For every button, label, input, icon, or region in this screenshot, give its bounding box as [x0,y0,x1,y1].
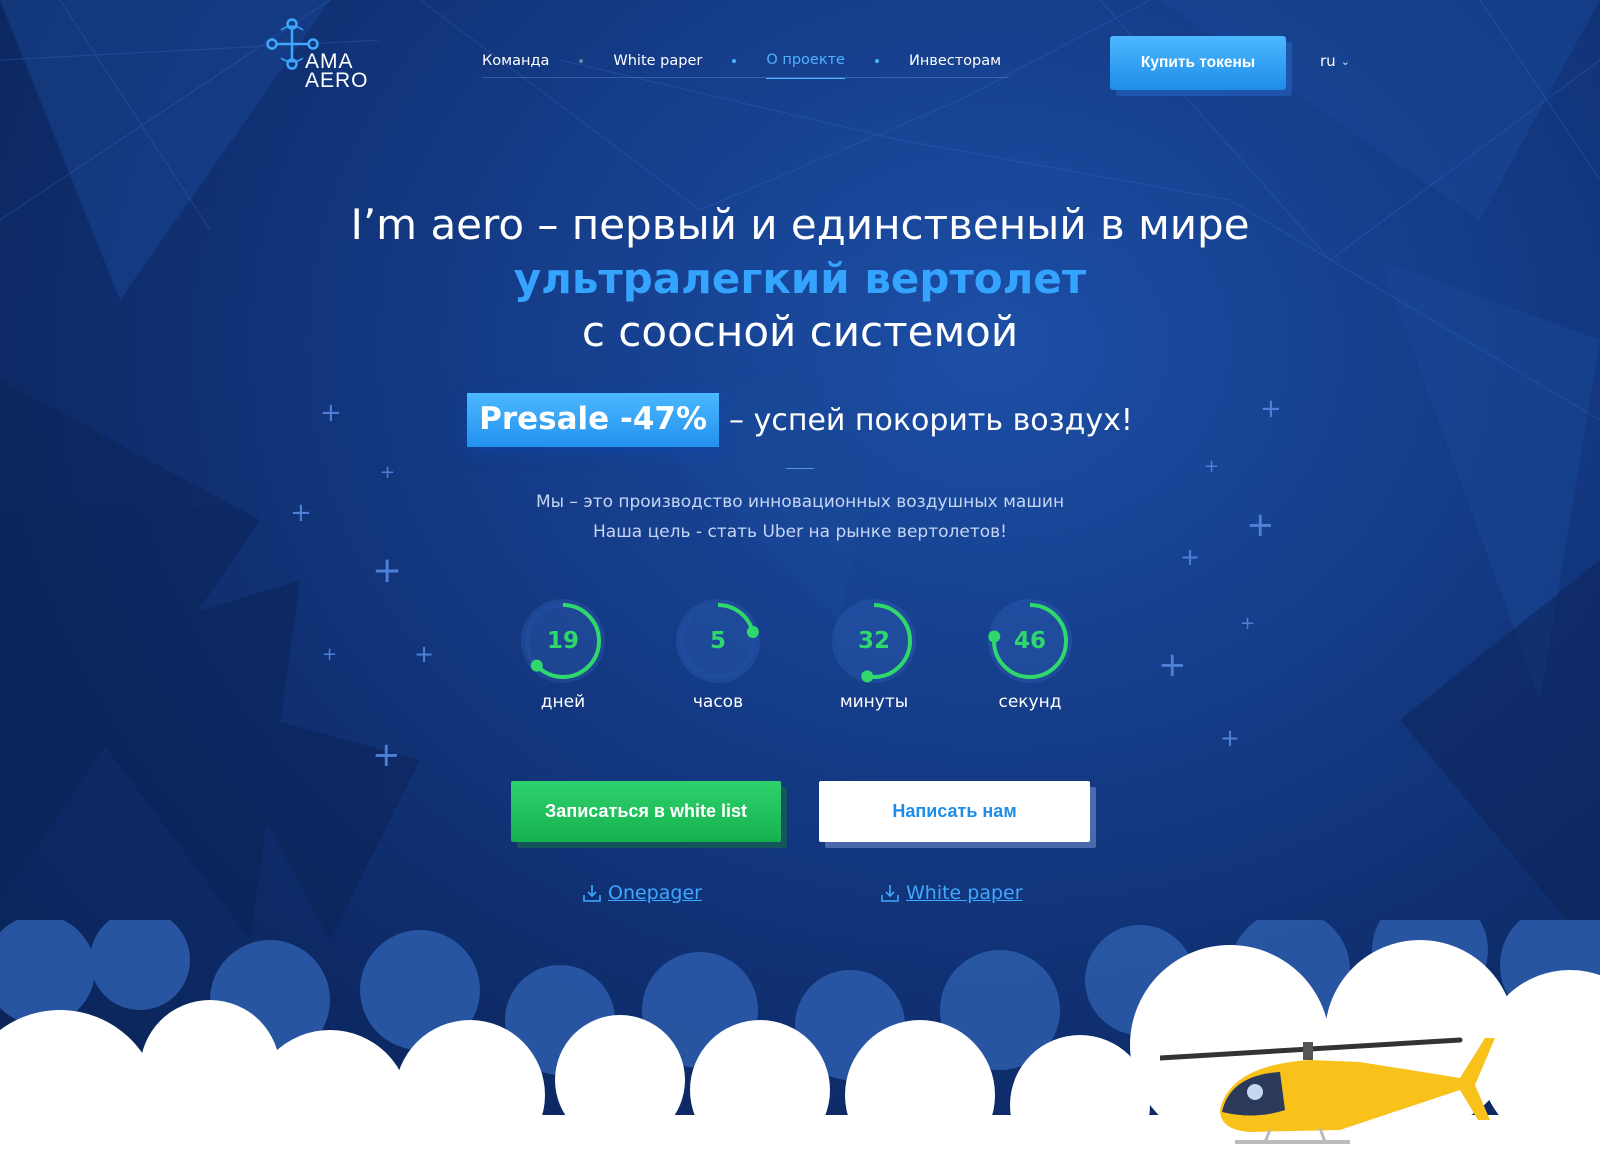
countdown-minutes: 32 минуты [829,596,919,712]
countdown-ring: 19 [518,596,608,686]
countdown-label: дней [540,692,586,712]
countdown-ring: 46 [985,596,1075,686]
description-line1: Мы – это производство инновационных возд… [535,492,1065,512]
download-icon [881,885,899,902]
presale-badge: Presale -47% [467,393,720,447]
language-label: ru [1320,52,1336,70]
presale-text: – успей покорить воздух! [729,402,1133,438]
nav-separator-dot [874,59,879,63]
plus-decor-icon: + [1240,613,1256,634]
countdown-days: 19 дней [518,596,608,712]
plus-decor-icon: + [1220,724,1241,752]
hero-title-line3: с соосной системой [581,307,1019,356]
countdown-value: 46 [1013,628,1046,654]
onepager-link-label: Onepager [608,882,702,904]
onepager-download-link[interactable]: Onepager [582,882,702,904]
countdown-seconds: 46 секунд [985,596,1075,712]
whitelist-button[interactable]: Записаться в white list [511,781,781,842]
plus-decor-icon: + [380,462,396,483]
description-line2: Наша цель - стать Uber на рынке вертолет… [593,522,1007,542]
countdown-value: 19 [546,628,579,654]
nav-item-about[interactable]: О проекте [766,52,845,79]
plus-decor-icon: + [414,640,435,668]
main-nav: Команда White paper О проекте Инвесторам [482,52,1001,79]
countdown-value: 5 [709,628,726,654]
presale-row: Presale -47% – успей покорить воздух! [0,393,1600,447]
divider [786,468,814,469]
plus-decor-icon: + [322,644,338,665]
countdown-ring: 5 [673,596,763,686]
download-icon [583,885,601,902]
nav-item-investors[interactable]: Инвесторам [909,53,1001,79]
plus-decor-icon: + [372,735,401,775]
hero-title-line2: ультралегкий вертолет [513,254,1087,303]
plus-decor-icon: + [1180,543,1201,571]
countdown-value: 32 [857,628,890,654]
language-selector[interactable]: ru ⌄ [1320,52,1350,70]
countdown-label: секунд [998,692,1062,712]
nav-underline [482,77,1008,78]
countdown-hours: 5 часов [673,596,763,712]
whitepaper-download-link[interactable]: White paper [880,882,1023,904]
brand-name: AMA AERO [305,50,369,92]
countdown-ring: 32 [829,596,919,686]
buy-tokens-button[interactable]: Купить токены [1110,36,1286,90]
countdown-label: часов [692,692,744,712]
chevron-down-icon: ⌄ [1340,54,1350,68]
whitepaper-link-label: White paper [906,882,1023,904]
nav-separator-dot [579,59,584,63]
plus-decor-icon: + [1158,645,1187,685]
nav-item-team[interactable]: Команда [482,53,549,79]
nav-separator-dot [732,59,737,63]
write-us-button[interactable]: Написать нам [819,781,1090,842]
hero-title-line1: I’m aero – первый и единственый в мире [350,200,1250,249]
countdown-label: минуты [839,692,909,712]
helicopter-illustration [1160,1037,1495,1144]
plus-decor-icon: + [372,550,403,591]
plus-decor-icon: + [1204,456,1220,477]
nav-item-whitepaper[interactable]: White paper [613,53,702,79]
